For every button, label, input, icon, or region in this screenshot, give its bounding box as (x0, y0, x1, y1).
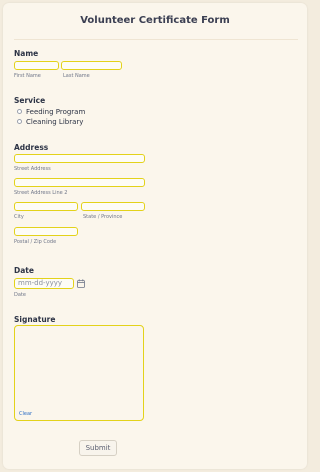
signature-pad[interactable]: Clear (14, 325, 144, 421)
last-name-sublabel: Last Name (63, 73, 90, 79)
street-address-input[interactable] (14, 154, 145, 163)
street-address-line2-input[interactable] (14, 178, 145, 187)
date-label: Date (14, 266, 34, 275)
street-address-sublabel: Street Address (14, 166, 51, 172)
radio-feeding-program[interactable]: Feeding Program (17, 107, 85, 116)
radio-option-label: Feeding Program (26, 107, 86, 116)
radio-button[interactable] (17, 119, 22, 124)
first-name-input[interactable] (14, 61, 59, 70)
signature-label: Signature (14, 315, 56, 324)
first-name-sublabel: First Name (14, 73, 41, 79)
postal-code-sublabel: Postal / Zip Code (14, 239, 57, 245)
service-label: Service (14, 96, 46, 105)
date-sublabel: Date (14, 292, 26, 298)
calendar-icon[interactable] (77, 279, 85, 288)
radio-button[interactable] (17, 109, 22, 114)
title-divider (14, 39, 298, 40)
street-address-line2-sublabel: Street Address Line 2 (14, 190, 68, 196)
form-title: Volunteer Certificate Form (80, 15, 230, 26)
city-sublabel: City (14, 214, 24, 220)
city-input[interactable] (14, 202, 78, 211)
last-name-input[interactable] (61, 61, 122, 70)
name-label: Name (14, 49, 39, 58)
state-province-sublabel: State / Province (83, 214, 123, 220)
clear-signature-link[interactable]: Clear (19, 411, 32, 417)
state-province-input[interactable] (81, 202, 145, 211)
submit-button[interactable]: Submit (79, 440, 117, 456)
radio-option-label: Cleaning Library (26, 117, 84, 126)
date-input[interactable]: mm-dd-yyyy (14, 278, 74, 289)
form-card: Volunteer Certificate Form Name First Na… (3, 3, 307, 469)
address-label: Address (14, 143, 49, 152)
postal-code-input[interactable] (14, 227, 78, 236)
radio-cleaning-library[interactable]: Cleaning Library (17, 117, 83, 126)
